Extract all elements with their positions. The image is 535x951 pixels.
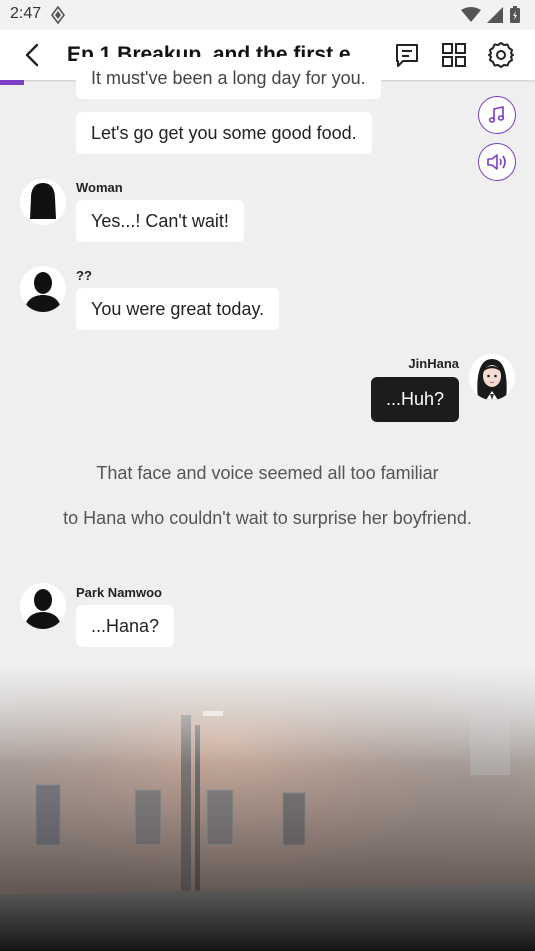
chat-bubble: Yes...! Can't wait! xyxy=(76,200,244,242)
chat-bubble: Let's go get you some good food. xyxy=(76,112,372,154)
gear-icon[interactable] xyxy=(487,41,515,69)
chat-bubble-partial: It must've been a long day for you. xyxy=(76,57,381,99)
chat-log-icon[interactable] xyxy=(393,41,421,69)
avatar-woman xyxy=(20,179,66,225)
app-notification-icon xyxy=(51,6,65,24)
speaker-icon xyxy=(487,154,506,170)
chat-bubble-self: ...Huh? xyxy=(370,377,459,422)
chat-bubble: ...Hana? xyxy=(76,605,175,647)
music-note-icon xyxy=(488,106,505,123)
signal-icon xyxy=(487,7,503,23)
wifi-icon xyxy=(461,7,481,22)
scene-illustration xyxy=(0,665,535,951)
narration-text: to Hana who couldn't wait to surprise he… xyxy=(63,508,472,528)
sender-name: ?? xyxy=(76,268,92,283)
status-icons xyxy=(461,6,521,24)
sender-name: Park Namwoo xyxy=(76,585,162,600)
avatar-unknown xyxy=(20,266,66,312)
avatar-park-namwoo xyxy=(20,583,66,629)
avatar-jinhana xyxy=(469,354,515,400)
status-bar: 2:47 xyxy=(0,0,535,30)
sender-name: Woman xyxy=(76,180,123,195)
sender-name: JinHana xyxy=(408,356,459,371)
music-button[interactable] xyxy=(478,96,516,134)
chat-area[interactable]: It must've been a long day for you. Let'… xyxy=(0,57,535,685)
chat-bubble: You were great today. xyxy=(76,288,280,330)
grid-icon[interactable] xyxy=(440,41,468,69)
narration-text: That face and voice seemed all too famil… xyxy=(96,463,439,483)
back-arrow-icon[interactable] xyxy=(20,42,46,68)
sound-button[interactable] xyxy=(478,143,516,181)
status-time: 2:47 xyxy=(10,5,42,22)
battery-icon xyxy=(510,6,520,23)
